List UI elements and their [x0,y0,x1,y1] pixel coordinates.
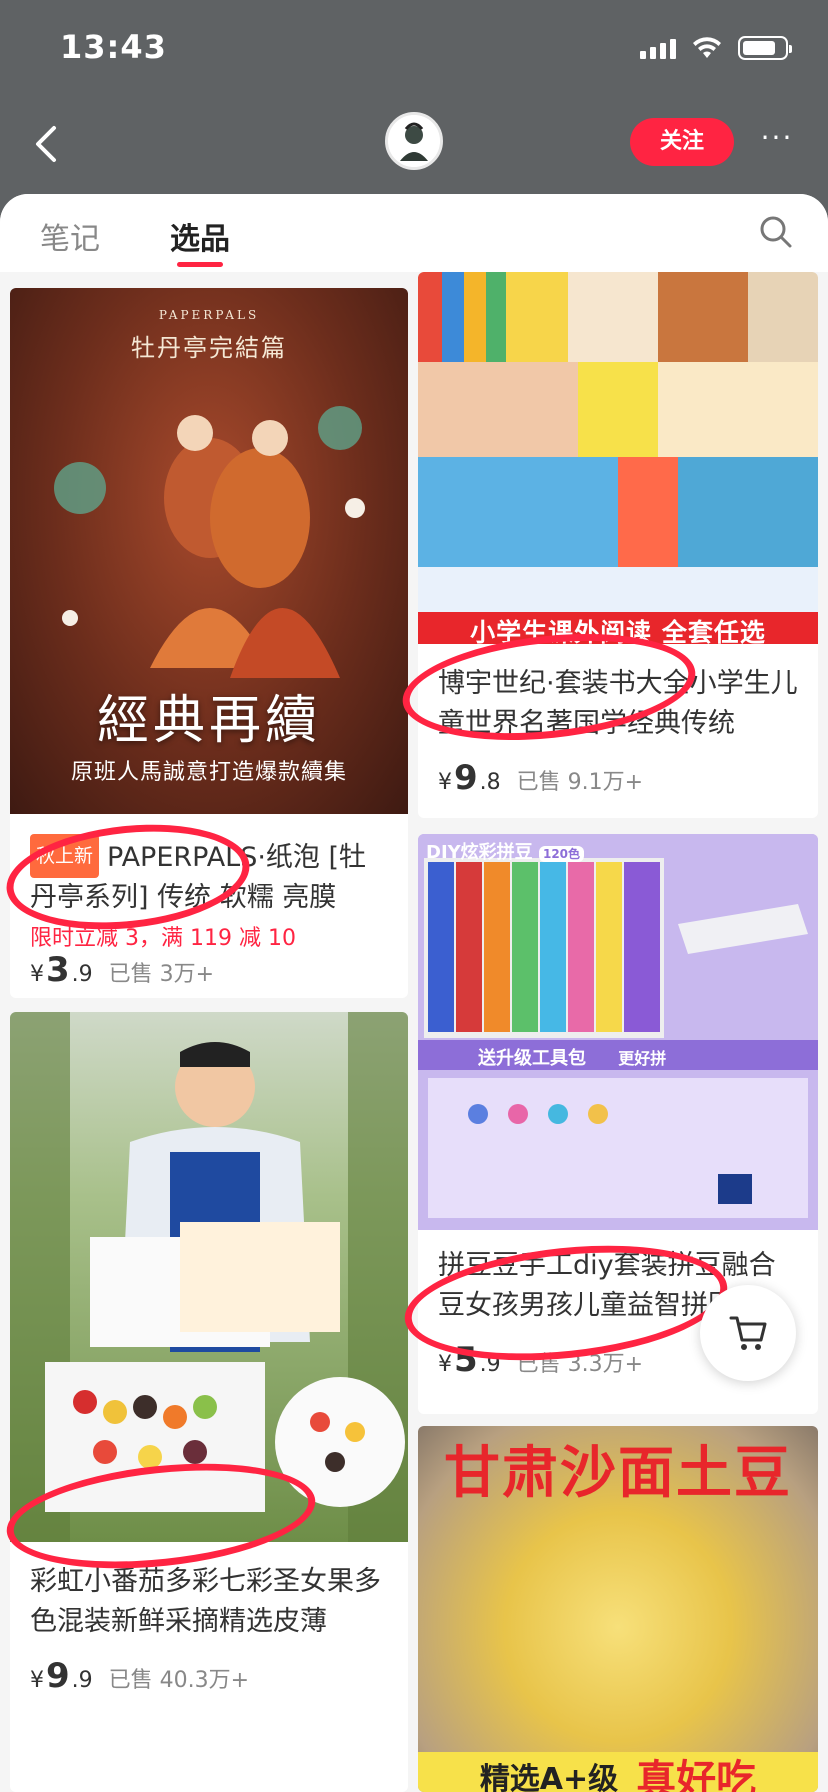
sold-count: 已售 9.1万+ [516,770,644,795]
image-headline-text: 經典再續 [96,691,321,751]
image-subtitle-text: 牡丹亭完結篇 [131,334,287,362]
product-image [10,1012,408,1542]
cart-button[interactable] [700,1285,796,1381]
image-title-text: DIY炫彩拼豆 120色 [426,838,585,864]
price-row: ¥ 3 .9 已售 3万+ [30,950,215,990]
product-image: 小学生课外阅读 全套任选 [418,272,818,644]
new-tag: 秋上新 [30,834,100,878]
image-footer-banner: 精选A+级 真好吃 [418,1752,818,1792]
tab-products[interactable]: 选品 [170,214,230,258]
sold-count: 已售 3万+ [108,962,215,987]
sold-count: 已售 3.3万+ [516,1352,644,1377]
battery-icon [738,36,792,60]
product-image: 甘肃沙面土豆 精选A+级 真好吃 [418,1426,818,1792]
price-row: ¥ 9 .9 已售 40.3万+ [30,1656,250,1696]
signal-icon [640,37,676,59]
follow-button[interactable]: 关注 [630,118,734,166]
more-options-icon[interactable]: ··· [754,118,800,166]
image-banner-text: 小学生课外阅读 全套任选 [470,618,766,644]
cart-icon [729,1316,767,1350]
image-brand-text: PAPERPALS [158,308,260,322]
profile-header: 关注 ··· [0,100,828,194]
product-title: 秋上新 PAPERPALS·纸泡 [牡丹亭系列] 传统 软糯 亮膜 [30,834,392,914]
status-time: 13:43 [60,28,167,66]
content-panel: 笔记 选品 PAPERPALS 牡丹亭完結篇 經典再續 原班人馬誠意打造爆款續集… [0,194,828,1792]
price-row: ¥ 9 .8 已售 9.1万+ [438,758,644,798]
tab-bar: 笔记 选品 [0,194,828,272]
product-title: 彩虹小番茄多彩七彩圣女果多色混装新鲜采摘精选皮薄 [30,1566,381,1637]
sold-count: 已售 40.3万+ [108,1668,250,1693]
product-card[interactable]: 甘肃沙面土豆 精选A+级 真好吃 [418,1426,818,1792]
product-image: PAPERPALS 牡丹亭完結篇 經典再續 原班人馬誠意打造爆款續集 [10,288,408,814]
image-caption-text: 原班人馬誠意打造爆款續集 [70,760,347,785]
active-tab-indicator [177,262,223,267]
product-title: 博宇世纪·套装书大全小学生儿童世界名著国学经典传统 [438,668,798,739]
back-icon[interactable] [28,122,68,166]
product-image: DIY炫彩拼豆 120色 送升级工具包 更好拼 [418,834,818,1230]
image-headline-text: 甘肃沙面土豆 [444,1441,792,1506]
image-gift-text: 送升级工具包 更好拼 [478,1048,667,1069]
product-card[interactable]: PAPERPALS 牡丹亭完結篇 經典再續 原班人馬誠意打造爆款續集 秋上新 PA… [10,288,408,998]
avatar[interactable] [385,112,443,170]
search-icon[interactable] [758,214,794,250]
status-bar: 13:43 [0,0,828,100]
wifi-icon [693,37,721,58]
product-card[interactable]: 小学生课外阅读 全套任选 博宇世纪·套装书大全小学生儿童世界名著国学经典传统 ¥… [418,272,818,818]
promo-text: 限时立减 3，满 119 减 10 [30,926,296,951]
tab-notes[interactable]: 笔记 [40,214,100,258]
product-card[interactable]: 彩虹小番茄多彩七彩圣女果多色混装新鲜采摘精选皮薄 ¥ 9 .9 已售 40.3万… [10,1012,408,1792]
price-row: ¥ 5 .9 已售 3.3万+ [438,1340,644,1380]
status-icons [640,36,792,60]
